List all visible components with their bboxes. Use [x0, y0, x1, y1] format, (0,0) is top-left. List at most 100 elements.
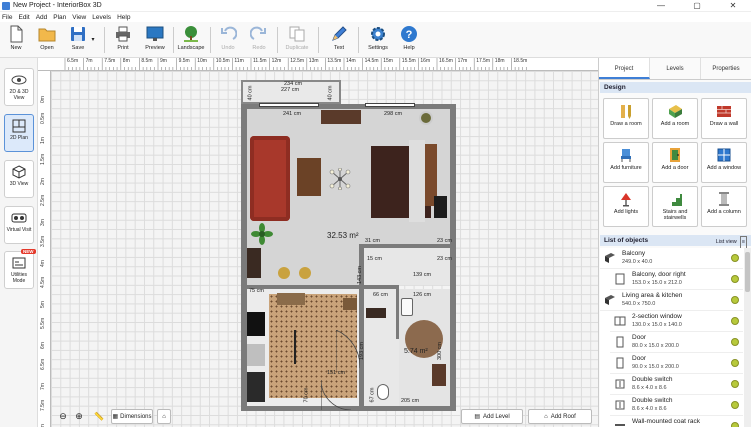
- tab-project[interactable]: Project: [599, 58, 650, 79]
- visibility-icon[interactable]: [731, 401, 739, 409]
- plant[interactable]: [251, 223, 273, 245]
- tab-levels[interactable]: Levels: [650, 58, 701, 79]
- ruler-label: 18.5m: [513, 58, 528, 64]
- window-top-right[interactable]: [365, 103, 415, 107]
- zoom-in-button[interactable]: ⊕: [72, 409, 86, 424]
- measure-button[interactable]: 📏: [92, 409, 106, 424]
- menu-help[interactable]: Help: [117, 14, 130, 21]
- ceiling-lamp[interactable]: [329, 167, 351, 191]
- menu-view[interactable]: View: [72, 14, 86, 21]
- visibility-icon[interactable]: [731, 422, 739, 427]
- list-item[interactable]: Living area & kitchen 540.0 x 750.0: [600, 290, 743, 311]
- sink[interactable]: [247, 344, 265, 366]
- list-item[interactable]: Balcony 249.0 x 40.0: [600, 248, 743, 269]
- open-button[interactable]: Open: [32, 24, 62, 56]
- help-icon: ?: [400, 25, 418, 43]
- visibility-icon[interactable]: [731, 317, 739, 325]
- cooktop[interactable]: [247, 312, 265, 336]
- plan-2d-button[interactable]: 2D Plan: [4, 114, 34, 152]
- menu-file[interactable]: File: [2, 14, 12, 21]
- add-door-button[interactable]: Add a door: [652, 142, 698, 183]
- object-list-scrollbar[interactable]: [744, 248, 751, 427]
- scrollbar-thumb[interactable]: [745, 252, 750, 292]
- add-room-button[interactable]: Add a room: [652, 98, 698, 139]
- list-item[interactable]: Door 80.0 x 15.0 x 200.0: [610, 332, 743, 353]
- stairs-button[interactable]: Stairs and stairwells: [652, 186, 698, 227]
- list-item[interactable]: Balcony, door right 153.0 x 15.0 x 212.0: [610, 269, 743, 290]
- ruler-label: 6.5m: [67, 58, 79, 64]
- draw-wall-button[interactable]: Draw a wall: [701, 98, 747, 139]
- nightstand[interactable]: [434, 196, 447, 218]
- menu-add[interactable]: Add: [36, 14, 48, 21]
- menu-levels[interactable]: Levels: [92, 14, 111, 21]
- sofa[interactable]: [250, 136, 290, 221]
- menu-edit[interactable]: Edit: [18, 14, 29, 21]
- window-top-left[interactable]: [259, 103, 319, 107]
- tab-properties[interactable]: Properties: [701, 58, 751, 79]
- chair[interactable]: [343, 298, 357, 310]
- redo-button[interactable]: Redo: [244, 24, 274, 56]
- virtual-visit-button[interactable]: Virtual Visit: [4, 206, 34, 244]
- new-button[interactable]: New: [1, 24, 31, 56]
- add-level-button[interactable]: ▤ Add Level: [461, 409, 523, 424]
- entry-door[interactable]: [320, 379, 357, 411]
- view-2d-3d-button[interactable]: 2D & 3D View: [4, 68, 34, 106]
- close-button[interactable]: ✕: [715, 0, 751, 12]
- list-item[interactable]: 2-section window 130.0 x 15.0 x 140.0: [610, 311, 743, 332]
- visibility-icon[interactable]: [731, 296, 739, 304]
- floor-lamp-1[interactable]: [278, 267, 290, 279]
- ruler-label: 5m: [40, 301, 46, 308]
- add-roof-button[interactable]: ⌂ Add Roof: [528, 409, 592, 424]
- dim-75: 75 cm: [249, 288, 264, 294]
- floor-lamp-2[interactable]: [299, 267, 311, 279]
- settings-button[interactable]: Settings: [363, 24, 393, 56]
- list-item[interactable]: Wall-mounted coat rack: [610, 416, 743, 427]
- visibility-icon[interactable]: [731, 275, 739, 283]
- list-item[interactable]: Double switch 8.6 x 4.0 x 8.6: [610, 395, 743, 416]
- home-button[interactable]: ⌂: [157, 409, 171, 424]
- dimensions-button[interactable]: ▦ Dimensions: [111, 409, 153, 424]
- list-item[interactable]: Door 90.0 x 15.0 x 200.0: [610, 353, 743, 374]
- cabinet[interactable]: [247, 248, 261, 278]
- minimize-button[interactable]: —: [643, 0, 679, 12]
- list-item[interactable]: Double switch 8.6 x 4.0 x 8.6: [610, 374, 743, 395]
- floor-plan[interactable]: 234 cm 227 cm 40 cm 40 cm 241 cm 298 cm: [241, 80, 456, 411]
- bath-sink[interactable]: [401, 298, 413, 316]
- undo-button[interactable]: Undo: [213, 24, 243, 56]
- bath-shelf[interactable]: [366, 308, 386, 318]
- shelf-top[interactable]: [321, 110, 361, 124]
- wall-lamp[interactable]: [419, 111, 433, 125]
- kitchen-counter[interactable]: [277, 293, 305, 305]
- add-window-button[interactable]: Add a window: [701, 142, 747, 183]
- fridge[interactable]: [247, 372, 265, 402]
- hallway[interactable]: [364, 248, 450, 285]
- visibility-icon[interactable]: [731, 338, 739, 346]
- object-list[interactable]: Balcony 249.0 x 40.0 Balcony, door right 1…: [600, 248, 751, 427]
- visibility-icon[interactable]: [731, 254, 739, 262]
- maximize-button[interactable]: ▢: [679, 0, 715, 12]
- utilities-mode-button[interactable]: NEW Utilities Mode: [4, 249, 36, 289]
- draw-room-button[interactable]: Draw a room: [603, 98, 649, 139]
- add-lights-button[interactable]: Add lights: [603, 186, 649, 227]
- toilet[interactable]: [377, 384, 389, 400]
- plan-canvas[interactable]: 234 cm 227 cm 40 cm 40 cm 241 cm 298 cm: [51, 71, 598, 427]
- visibility-icon[interactable]: [731, 359, 739, 367]
- help-button[interactable]: ? Help: [394, 24, 424, 56]
- duplicate-button[interactable]: Duplicate: [282, 24, 312, 56]
- print-button[interactable]: Print: [108, 24, 138, 56]
- dim-23b: 23 cm: [437, 256, 452, 262]
- add-column-button[interactable]: Add a column: [701, 186, 747, 227]
- view-3d-button[interactable]: 3D View: [4, 160, 34, 198]
- wall-bath-divider[interactable]: [396, 289, 399, 339]
- door-swing[interactable]: [335, 329, 361, 370]
- zoom-out-button[interactable]: ⊖: [56, 409, 70, 424]
- visibility-icon[interactable]: [731, 380, 739, 388]
- add-furniture-button[interactable]: Add furniture: [603, 142, 649, 183]
- text-button[interactable]: Text: [324, 24, 354, 56]
- ruler-label: 7m: [40, 383, 46, 390]
- menu-plan[interactable]: Plan: [53, 14, 66, 21]
- preview-button[interactable]: Preview: [140, 24, 170, 56]
- bath-cabinet[interactable]: [432, 364, 446, 386]
- coffee-table[interactable]: [297, 158, 321, 196]
- landscape-button[interactable]: Landscape: [176, 24, 206, 56]
